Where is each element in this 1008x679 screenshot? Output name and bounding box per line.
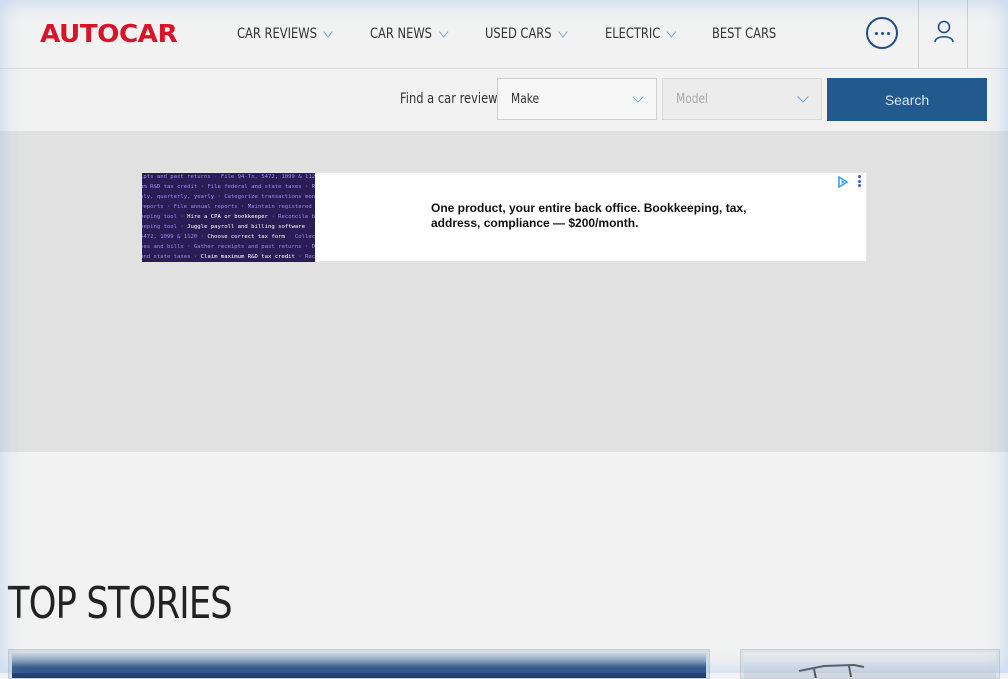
nav-electric[interactable]: ELECTRIC bbox=[605, 25, 677, 42]
model-select-value: Model bbox=[676, 92, 709, 107]
adchoices-icon[interactable] bbox=[837, 176, 849, 188]
ad-banner[interactable]: ipts and past returns · File 94-Ts, 5472… bbox=[141, 172, 867, 262]
ad-menu-icon-dot bbox=[858, 175, 861, 178]
nav-used-cars-label: USED CARS bbox=[485, 26, 552, 42]
make-select-value: Make bbox=[511, 92, 540, 107]
chevron-down-icon bbox=[323, 25, 333, 38]
make-select[interactable]: Make bbox=[497, 78, 657, 120]
more-options-button[interactable] bbox=[866, 17, 898, 49]
chevron-down-icon bbox=[438, 25, 449, 38]
chevron-down-icon bbox=[797, 91, 809, 103]
ad-menu-icon-dot bbox=[858, 179, 861, 183]
story-card[interactable] bbox=[8, 649, 710, 679]
story-image bbox=[12, 653, 706, 678]
site-header: AUTOCAR CAR REVIEWS CAR NEWS USED CARS E… bbox=[0, 0, 1008, 69]
ad-menu-icon[interactable] bbox=[858, 175, 862, 189]
more-options-icon bbox=[874, 31, 878, 35]
nav-electric-label: ELECTRIC bbox=[605, 26, 661, 42]
autocar-logo[interactable]: AUTOCAR bbox=[40, 19, 178, 48]
user-account-icon[interactable] bbox=[933, 20, 955, 44]
advertisement-region: ipts and past returns · File 94-Ts, 5472… bbox=[0, 131, 1008, 452]
nav-car-news[interactable]: CAR NEWS bbox=[370, 25, 449, 42]
nav-car-news-label: CAR NEWS bbox=[370, 26, 432, 42]
car-review-finder: Find a car review Make Model Search bbox=[0, 69, 1008, 131]
story-image bbox=[744, 653, 996, 678]
nav-car-reviews[interactable]: CAR REVIEWS bbox=[237, 25, 333, 42]
car-spoiler-graphic bbox=[798, 663, 865, 678]
finder-label: Find a car review bbox=[400, 91, 498, 107]
ad-text: One product, your entire back office. Bo… bbox=[431, 201, 747, 230]
story-card[interactable] bbox=[740, 649, 1000, 679]
nav-used-cars[interactable]: USED CARS bbox=[485, 25, 568, 42]
header-divider bbox=[918, 0, 919, 68]
nav-best-cars-label: BEST CARS bbox=[712, 26, 777, 42]
nav-best-cars[interactable]: BEST CARS bbox=[712, 26, 776, 42]
nav-car-reviews-label: CAR REVIEWS bbox=[237, 26, 317, 42]
chevron-down-icon bbox=[632, 91, 644, 103]
more-options-icon-dot bbox=[880, 31, 884, 35]
search-button[interactable]: Search bbox=[827, 78, 987, 121]
chevron-down-icon bbox=[558, 25, 568, 38]
model-select[interactable]: Model bbox=[662, 78, 822, 120]
ad-menu-icon-dot bbox=[858, 184, 861, 187]
ad-image: ipts and past returns · File 94-Ts, 5472… bbox=[142, 173, 315, 262]
chevron-down-icon bbox=[667, 25, 677, 38]
header-divider bbox=[967, 0, 968, 68]
top-stories-heading: TOP STORIES bbox=[8, 578, 233, 629]
more-options-icon-dot bbox=[886, 31, 890, 35]
